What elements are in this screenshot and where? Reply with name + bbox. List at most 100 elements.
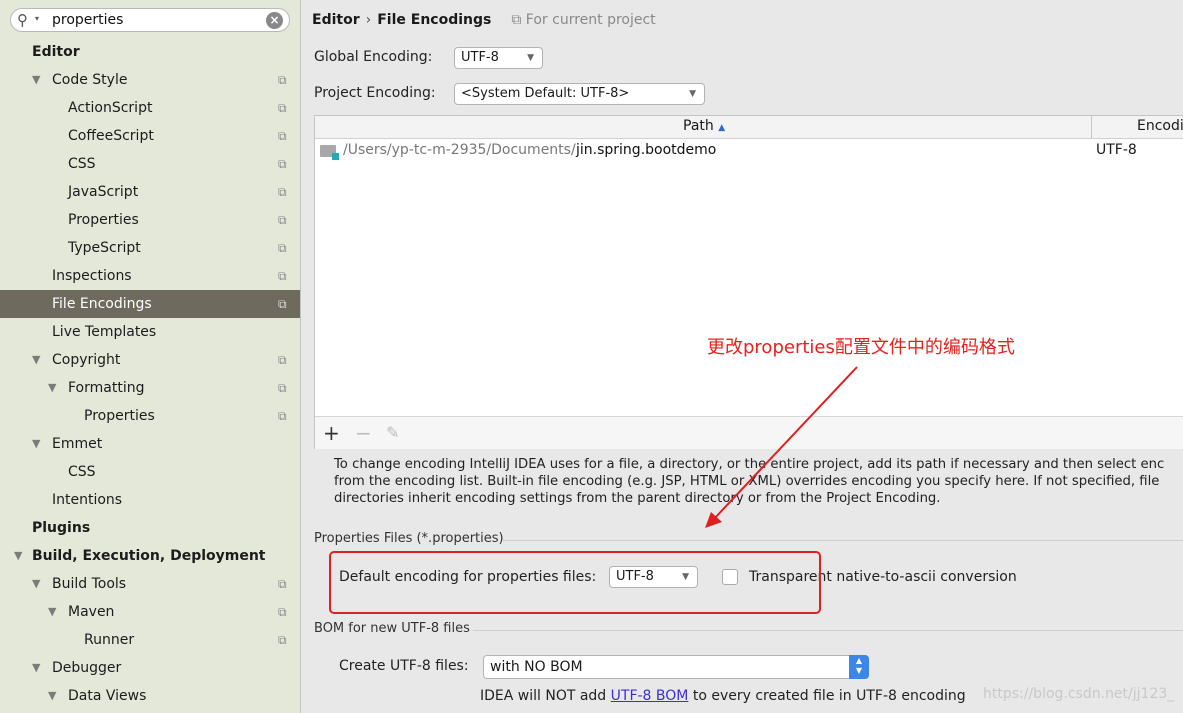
chevron-down-icon: ▼ [689,89,696,99]
search-field[interactable]: ⚲ ▾ properties × [10,8,290,32]
sidebar-item-intentions[interactable]: Intentions [0,486,300,514]
search-input[interactable]: properties [52,12,123,28]
copy-icon: ⧉ [511,12,526,28]
create-utf8-label: Create UTF-8 files: [339,658,469,674]
sidebar-item-properties[interactable]: Properties ⧉ [0,206,300,234]
sidebar-item-live-templates[interactable]: Live Templates [0,318,300,346]
sidebar-item-file-encodings[interactable]: File Encodings ⧉ [0,290,300,318]
sidebar-item-javascript[interactable]: JavaScript ⧉ [0,178,300,206]
sidebar-item-code-style[interactable]: ▼ Code Style ⧉ [0,66,300,94]
global-encoding-select[interactable]: UTF-8 ▼ [454,47,543,69]
sidebar-item-label: Build, Execution, Deployment [32,548,266,564]
sidebar-item-label: Formatting [68,380,145,396]
table-toolbar: + − ✎ [315,416,1183,449]
sidebar-item-label: CoffeeScript [68,128,154,144]
sidebar-item-label: Properties [68,212,139,228]
sidebar-item-label: Maven [68,604,115,620]
sidebar-item-css[interactable]: CSS ⧉ [0,150,300,178]
remove-icon[interactable]: − [355,421,372,445]
project-scope-icon: ⧉ [278,185,287,199]
add-icon[interactable]: + [323,421,340,445]
sidebar-item-maven[interactable]: ▼ Maven ⧉ [0,598,300,626]
expand-arrow-icon[interactable]: ▼ [48,374,56,402]
sidebar-item-runner[interactable]: Runner ⧉ [0,626,300,654]
sidebar-item-coffeescript[interactable]: CoffeeScript ⧉ [0,122,300,150]
table-row[interactable]: /Users/yp-tc-m-2935/Documents/ jin.sprin… [315,140,1183,162]
search-history-dropdown-icon[interactable]: ▾ [35,14,39,23]
sidebar-item-label: Editor [32,44,80,60]
edit-icon[interactable]: ✎ [386,423,399,442]
scope-label: For current project [525,12,656,28]
project-scope-icon: ⧉ [278,381,287,395]
sidebar-item-label: Properties [84,408,155,424]
expand-arrow-icon[interactable]: ▼ [32,66,40,94]
expand-arrow-icon[interactable]: ▼ [32,570,40,598]
page-title: File Encodings [377,12,492,28]
sidebar-item-label: File Encodings [52,296,152,312]
sidebar-item-label: Inspections [52,268,132,284]
column-header-encoding[interactable]: Encodi [1137,118,1183,134]
sidebar-item-build-execution-deployment[interactable]: ▼ Build, Execution, Deployment [0,542,300,570]
sidebar-item-label: Runner [84,632,135,648]
column-divider[interactable] [1091,116,1092,138]
project-encoding-select[interactable]: <System Default: UTF-8> ▼ [454,83,705,105]
project-scope-icon: ⧉ [278,269,287,283]
section-divider [473,630,1183,631]
project-scope-icon: ⧉ [278,297,287,311]
sidebar-item-actionscript[interactable]: ActionScript ⧉ [0,94,300,122]
sidebar-item-properties[interactable]: Properties ⧉ [0,402,300,430]
annotation-note: 更改properties配置文件中的编码格式 [703,332,1019,360]
sidebar-item-label: TypeScript [68,240,141,256]
sort-ascending-icon: ▲ [718,123,726,133]
project-scope-icon: ⧉ [278,605,287,619]
global-encoding-label: Global Encoding: [314,49,433,65]
settings-tree: Editor ▼ Code Style ⧉ ActionScript ⧉ CoffeeScr… [0,38,300,710]
sidebar-item-data-views[interactable]: ▼ Data Views [0,682,300,710]
row-encoding-value[interactable]: UTF-8 [1096,142,1137,158]
sidebar-item-label: Live Templates [52,324,157,340]
utf8-bom-link[interactable]: UTF-8 BOM [611,688,689,704]
sidebar-item-label: CSS [68,156,96,172]
bom-section-title: BOM for new UTF-8 files [314,621,470,636]
column-header-path[interactable]: Path ▲ [683,118,725,134]
expand-arrow-icon[interactable]: ▼ [32,346,40,374]
sidebar-item-build-tools[interactable]: ▼ Build Tools ⧉ [0,570,300,598]
sidebar-item-formatting[interactable]: ▼ Formatting ⧉ [0,374,300,402]
global-encoding-value: UTF-8 [461,50,499,65]
project-scope-icon: ⧉ [278,73,287,87]
sidebar-item-inspections[interactable]: Inspections ⧉ [0,262,300,290]
sidebar-item-label: Plugins [32,520,91,536]
path-encoding-table[interactable]: Path ▲ Encodi /Users/yp-tc-m-2935/Docume… [314,115,1183,449]
expand-arrow-icon[interactable]: ▼ [48,682,56,710]
sidebar-item-label: Code Style [52,72,128,88]
sidebar-item-debugger[interactable]: ▼ Debugger [0,654,300,682]
path-name: jin.spring.bootdemo [576,142,717,158]
expand-arrow-icon[interactable]: ▼ [32,430,40,458]
bom-info-text-end: to every created file in UTF-8 encoding [688,688,966,704]
sidebar-item-label: Debugger [52,660,122,676]
project-scope-icon: ⧉ [278,409,287,423]
description-line: directories inherit encoding settings fr… [334,491,941,506]
sidebar-item-plugins[interactable]: Plugins [0,514,300,542]
properties-files-section-title: Properties Files (*.properties) [314,531,504,546]
expand-arrow-icon[interactable]: ▼ [48,598,56,626]
settings-sidebar: ⚲ ▾ properties × Editor ▼ Code Style ⧉ Actio… [0,0,301,713]
expand-arrow-icon[interactable]: ▼ [32,654,40,682]
table-header: Path ▲ Encodi [315,116,1183,139]
bom-select[interactable]: with NO BOM ▲ ▼ [483,655,869,679]
project-scope-note: ⧉ For current project [511,12,655,28]
search-icon: ⚲ [17,11,28,29]
project-encoding-value: <System Default: UTF-8> [461,86,630,101]
clear-search-icon[interactable]: × [266,12,283,29]
sidebar-item-css[interactable]: CSS [0,458,300,486]
file-encodings-panel: Editor › File Encodings ⧉ For current proje… [301,0,1183,713]
sidebar-item-editor[interactable]: Editor [0,38,300,66]
sidebar-item-emmet[interactable]: ▼ Emmet [0,430,300,458]
path-header-label: Path [683,118,714,134]
project-scope-icon: ⧉ [278,101,287,115]
module-folder-icon [320,145,339,160]
sidebar-item-typescript[interactable]: TypeScript ⧉ [0,234,300,262]
expand-arrow-icon[interactable]: ▼ [14,542,22,570]
project-scope-icon: ⧉ [278,577,287,591]
sidebar-item-copyright[interactable]: ▼ Copyright ⧉ [0,346,300,374]
